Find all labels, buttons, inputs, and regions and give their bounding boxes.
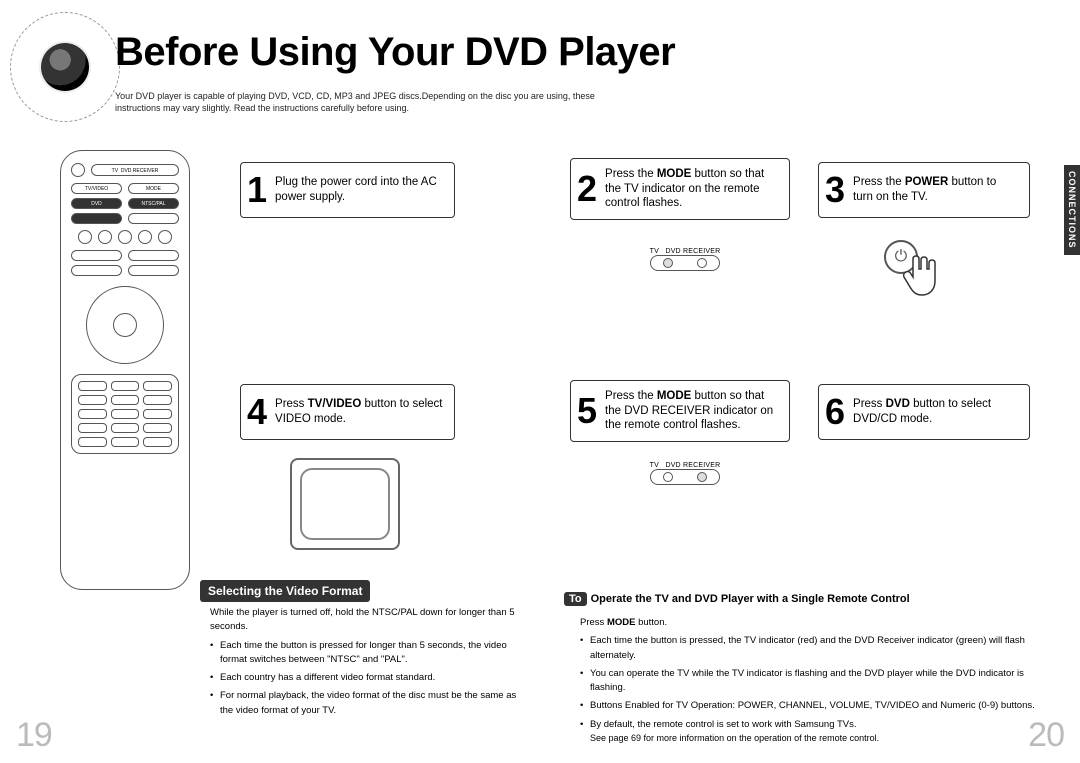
remote-power-led xyxy=(71,163,85,177)
bullet-item: Each time the button is pressed for long… xyxy=(210,639,520,668)
section-a-lead: While the player is turned off, hold the… xyxy=(210,606,520,635)
section-b-heading-text: Operate the TV and DVD Player with a Sin… xyxy=(591,593,910,605)
bullet-item: Each time the button is pressed, the TV … xyxy=(580,634,1060,663)
switch-tv-label: TV xyxy=(650,248,659,255)
step-3: 3 Press the POWER button to turn on the … xyxy=(818,162,1030,218)
remote-ch-button xyxy=(128,250,179,261)
remote-blank-button xyxy=(128,213,179,224)
remote-dpad xyxy=(86,286,164,364)
remote-mode-button: MODE xyxy=(128,183,179,194)
power-press-illustration xyxy=(880,236,950,306)
remote-tv-label: TV xyxy=(112,168,118,174)
step-text: Plug the power cord into the AC power su… xyxy=(275,175,444,205)
step-text: Press the POWER button to turn on the TV… xyxy=(853,175,1019,205)
step-text: Press DVD button to select DVD/CD mode. xyxy=(853,397,1019,427)
bullet-item: Each country has a different video forma… xyxy=(210,671,520,685)
remote-transport-buttons xyxy=(73,230,177,244)
bullet-item: By default, the remote control is set to… xyxy=(580,718,1060,732)
section-heading-single-remote: To Operate the TV and DVD Player with a S… xyxy=(564,592,910,606)
side-tab-connections: CONNECTIONS xyxy=(1064,165,1080,255)
step-number: 4 xyxy=(247,394,267,430)
switch-tv-label: TV xyxy=(650,462,659,469)
step-number: 3 xyxy=(825,172,845,208)
step-text: Press the MODE button so that the DVD RE… xyxy=(605,389,779,434)
section-b-lead: Press MODE button. xyxy=(580,616,1060,630)
switch-dvd-label: DVD RECEIVER xyxy=(665,462,720,469)
hand-icon xyxy=(898,250,948,300)
remote-tvvideo-button: TV/VIDEO xyxy=(71,183,122,194)
remote-keypad xyxy=(71,374,179,454)
remote-ch-button xyxy=(128,265,179,276)
remote-vol-button xyxy=(71,250,122,261)
page-number-right: 20 xyxy=(1028,716,1064,755)
step-number: 1 xyxy=(247,172,267,208)
intro-text: Your DVD player is capable of playing DV… xyxy=(115,90,595,114)
step-number: 5 xyxy=(577,393,597,429)
section-b-body: Press MODE button. Each time the button … xyxy=(580,616,1060,745)
step-text: Press TV/VIDEO button to select VIDEO mo… xyxy=(275,397,444,427)
mode-switch-tv-illustration: TV DVD RECEIVER xyxy=(630,246,740,271)
speaker-graphic xyxy=(10,12,120,122)
remote-ntscpal-button: NTSC/PAL xyxy=(128,198,179,209)
page-number-left: 19 xyxy=(16,716,52,755)
bullet-item: You can operate the TV while the TV indi… xyxy=(580,667,1060,696)
bullet-item: For normal playback, the video format of… xyxy=(210,689,520,718)
switch-dvd-label: DVD RECEIVER xyxy=(665,248,720,255)
tv-screen-illustration xyxy=(290,458,400,550)
step-1: 1 Plug the power cord into the AC power … xyxy=(240,162,455,218)
bullet-item: Buttons Enabled for TV Operation: POWER,… xyxy=(580,699,1060,713)
step-2: 2 Press the MODE button so that the TV i… xyxy=(570,158,790,220)
remote-vol-button xyxy=(71,265,122,276)
remote-indicator-strip: TV DVD RECEIVER xyxy=(91,164,179,176)
step-4: 4 Press TV/VIDEO button to select VIDEO … xyxy=(240,384,455,440)
remote-dvdrec-label: DVD RECEIVER xyxy=(121,168,159,174)
section-a-body: While the player is turned off, hold the… xyxy=(210,606,520,718)
step-text: Press the MODE button so that the TV ind… xyxy=(605,167,779,212)
step-5: 5 Press the MODE button so that the DVD … xyxy=(570,380,790,442)
to-pill: To xyxy=(564,592,587,606)
section-heading-video-format: Selecting the Video Format xyxy=(200,580,370,602)
mode-switch-dvd-illustration: TV DVD RECEIVER xyxy=(630,460,740,485)
step-number: 6 xyxy=(825,394,845,430)
remote-control-illustration: TV DVD RECEIVER TV/VIDEO MODE DVD NTSC/P… xyxy=(60,150,190,590)
page-title: Before Using Your DVD Player xyxy=(115,30,675,75)
remote-dvd-button: DVD xyxy=(71,198,122,209)
step-6: 6 Press DVD button to select DVD/CD mode… xyxy=(818,384,1030,440)
step-number: 2 xyxy=(577,171,597,207)
section-b-subnote: See page 69 for more information on the … xyxy=(580,732,1060,746)
remote-blank-button xyxy=(71,213,122,224)
